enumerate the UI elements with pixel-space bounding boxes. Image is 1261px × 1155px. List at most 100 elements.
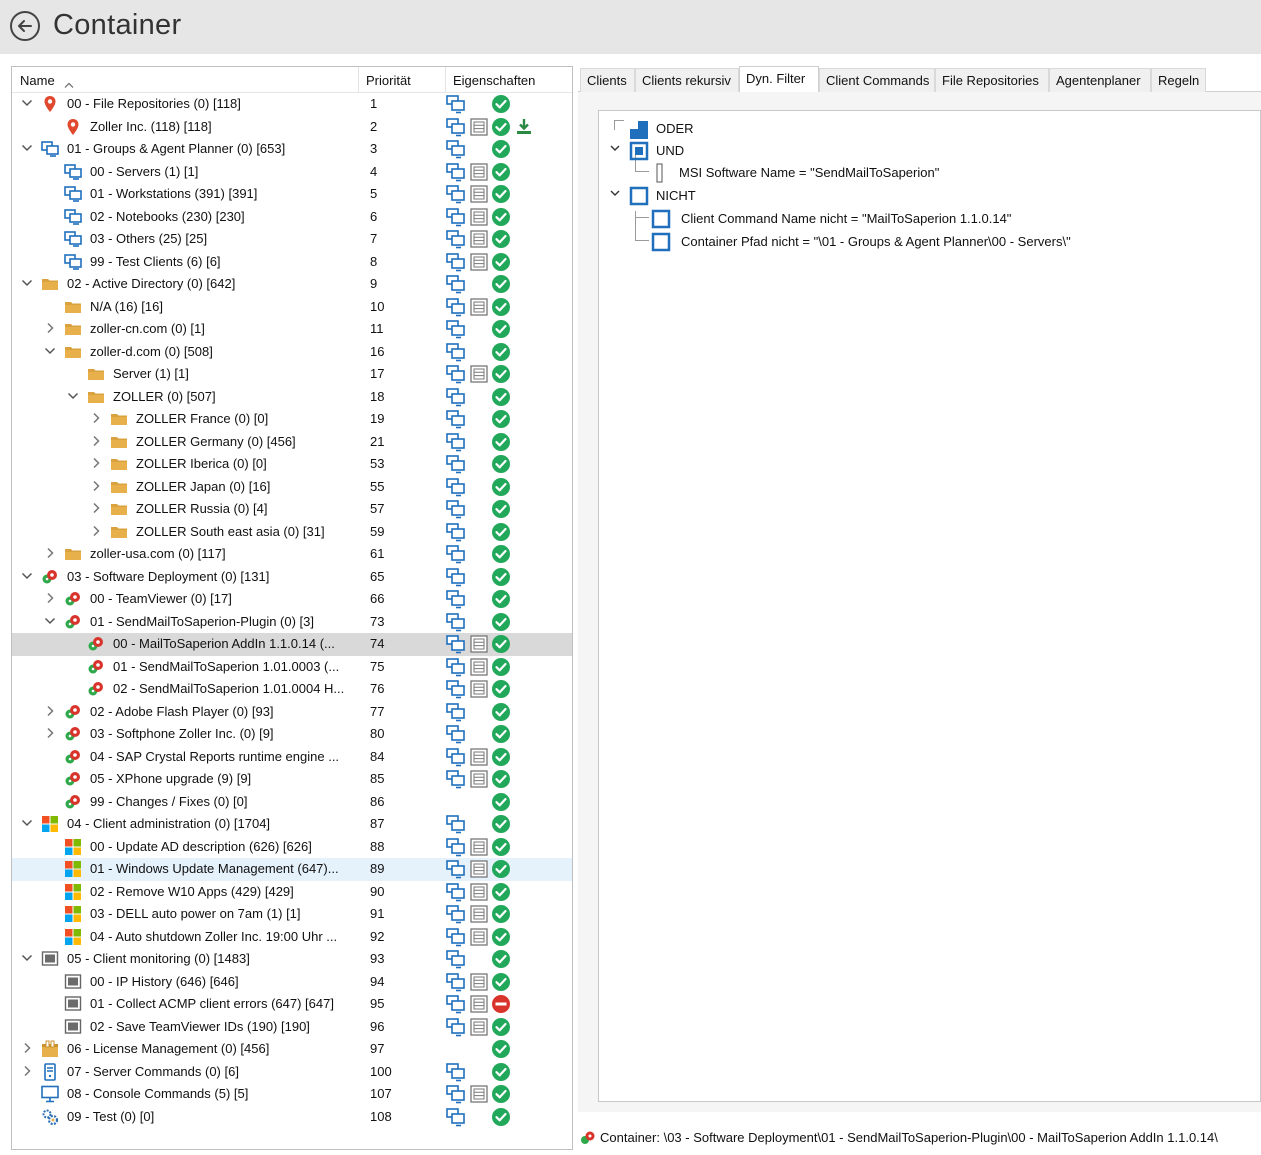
tree-row[interactable]: ZOLLER Iberica (0) [0] 53 [12,453,572,476]
column-header-name[interactable]: Name [20,73,55,91]
chevron-down-icon[interactable] [20,951,34,965]
chevron-right-icon[interactable] [89,501,103,515]
column-header-properties[interactable]: Eigenschaften [453,73,535,91]
tree-row[interactable]: ZOLLER (0) [507] 18 [12,386,572,409]
tree-row[interactable]: 00 - MailToSaperion AddIn 1.1.0.14 (... 7… [12,633,572,656]
chevron-right-icon[interactable] [89,524,103,538]
tree-row[interactable]: ZOLLER France (0) [0] 19 [12,408,572,431]
tab-regeln[interactable]: Regeln [1151,68,1206,92]
tree-row-priority: 95 [370,996,385,1011]
chevron-right-icon[interactable] [20,1041,34,1055]
tree-row[interactable]: 09 - Test (0) [0] 108 [12,1106,572,1129]
chevron-down-icon[interactable] [20,569,34,583]
tree-row-properties [446,612,546,632]
tree-row-properties [446,139,546,159]
tree-row[interactable]: 00 - Update AD description (626) [626] 88 [12,836,572,859]
tree-row[interactable]: zoller-d.com (0) [508] 16 [12,341,572,364]
tree-row[interactable]: 01 - Collect ACMP client errors (647) [6… [12,993,572,1016]
filter-tree[interactable]: ODER UND MSI Software Name = "SendMailTo… [598,110,1261,1102]
back-button[interactable] [10,11,40,41]
chevron-down-icon[interactable] [43,614,57,628]
tree-row[interactable]: 01 - Windows Update Management (647)... 8… [12,858,572,881]
software-package-icon [41,568,59,586]
tree-row[interactable]: 01 - Groups & Agent Planner (0) [653] 3 [12,138,572,161]
group-icon [64,185,82,203]
tree-row-priority: 5 [370,186,378,201]
chevron-right-icon[interactable] [43,321,57,335]
tab-dyn-filter[interactable]: Dyn. Filter [739,66,819,93]
tree-row[interactable]: 08 - Console Commands (5) [5] 107 [12,1083,572,1106]
chevron-right-icon[interactable] [43,704,57,718]
tree-row[interactable]: 05 - XPhone upgrade (9) [9] 85 [12,768,572,791]
tree-row[interactable]: 05 - Client monitoring (0) [1483] 93 [12,948,572,971]
chevron-down-icon[interactable] [20,141,34,155]
tree-row[interactable]: 02 - Notebooks (230) [230] 6 [12,206,572,229]
tree-row[interactable]: 01 - SendMailToSaperion-Plugin (0) [3] 73 [12,611,572,634]
chevron-right-icon[interactable] [89,456,103,470]
chevron-right-icon[interactable] [89,479,103,493]
chevron-down-icon[interactable] [20,816,34,830]
chevron-down-icon[interactable] [20,276,34,290]
tree-row[interactable]: 06 - License Management (0) [456] 97 [12,1038,572,1061]
tree-row[interactable]: ZOLLER Russia (0) [4] 57 [12,498,572,521]
tree-row[interactable]: Zoller Inc. (118) [118] 2 [12,116,572,139]
tree-row[interactable]: 04 - Client administration (0) [1704] 87 [12,813,572,836]
tree-row[interactable]: 00 - IP History (646) [646] 94 [12,971,572,994]
clients-icon [446,927,466,947]
clients-icon [446,477,466,497]
tree-row[interactable]: 01 - Workstations (391) [391] 5 [12,183,572,206]
tab-file-repositories[interactable]: File Repositories [935,68,1049,92]
tree-row[interactable]: Server (1) [1] 17 [12,363,572,386]
tree-row[interactable]: N/A (16) [16] 10 [12,296,572,319]
filter-condition-client-command[interactable]: Client Command Name nicht = "MailToSaper… [651,207,1071,229]
tree-row[interactable]: 99 - Changes / Fixes (0) [0] 86 [12,791,572,814]
tree-row[interactable]: 00 - File Repositories (0) [118] 1 [12,93,572,116]
chevron-right-icon[interactable] [43,591,57,605]
schedule-icon [469,994,489,1014]
tree-row[interactable]: 02 - Active Directory (0) [642] 9 [12,273,572,296]
chevron-right-icon[interactable] [43,546,57,560]
column-header-priority[interactable]: Priorität [366,73,411,91]
chevron-down-icon[interactable] [66,389,80,403]
filter-node-und[interactable]: UND [629,140,749,161]
chevron-right-icon[interactable] [43,726,57,740]
tree-row[interactable]: 02 - Remove W10 Apps (429) [429] 90 [12,881,572,904]
tree-row[interactable]: 04 - SAP Crystal Reports runtime engine … [12,746,572,769]
tree-row[interactable]: ZOLLER South east asia (0) [31] 59 [12,521,572,544]
chevron-down-icon[interactable] [43,344,57,358]
nicht-label: NICHT [656,188,696,203]
schedule-icon [469,162,489,182]
container-tree[interactable]: Name Priorität Eigenschaften 00 - File R… [11,66,573,1150]
tree-row[interactable]: 02 - Adobe Flash Player (0) [93] 77 [12,701,572,724]
tree-row[interactable]: 02 - SendMailToSaperion 1.01.0004 H... 76 [12,678,572,701]
chevron-down-icon[interactable] [609,143,621,153]
tree-row[interactable]: 99 - Test Clients (6) [6] 8 [12,251,572,274]
tree-row[interactable]: ZOLLER Germany (0) [456] 21 [12,431,572,454]
tree-row[interactable]: 02 - Save TeamViewer IDs (190) [190] 96 [12,1016,572,1039]
chevron-down-icon[interactable] [20,96,34,110]
tree-row[interactable]: zoller-usa.com (0) [117] 61 [12,543,572,566]
tree-row[interactable]: 07 - Server Commands (0) [6] 100 [12,1061,572,1084]
tree-row[interactable]: ZOLLER Japan (0) [16] 55 [12,476,572,499]
filter-condition-msi[interactable]: MSI Software Name = "SendMailToSaperion" [653,163,1013,183]
tree-row[interactable]: 01 - SendMailToSaperion 1.01.0003 (... 75 [12,656,572,679]
tree-row[interactable]: 03 - Softphone Zoller Inc. (0) [9] 80 [12,723,572,746]
chevron-right-icon[interactable] [89,411,103,425]
tree-row[interactable]: zoller-cn.com (0) [1] 11 [12,318,572,341]
filter-node-nicht[interactable]: NICHT [629,185,749,206]
chevron-right-icon[interactable] [89,434,103,448]
filter-node-oder[interactable]: ODER [629,119,749,139]
tab-client-commands[interactable]: Client Commands [819,68,935,92]
tree-row[interactable]: 00 - TeamViewer (0) [17] 66 [12,588,572,611]
tree-row[interactable]: 03 - Software Deployment (0) [131] 65 [12,566,572,589]
tree-row[interactable]: 04 - Auto shutdown Zoller Inc. 19:00 Uhr… [12,926,572,949]
tree-row[interactable]: 00 - Servers (1) [1] 4 [12,161,572,184]
tab-clients-rekursiv[interactable]: Clients rekursiv [635,68,739,92]
chevron-down-icon[interactable] [609,188,621,198]
tree-row[interactable]: 03 - Others (25) [25] 7 [12,228,572,251]
filter-condition-container-path[interactable]: Container Pfad nicht = "\01 - Groups & A… [651,230,1151,252]
tab-clients[interactable]: Clients [580,68,635,92]
tree-row[interactable]: 03 - DELL auto power on 7am (1) [1] 91 [12,903,572,926]
chevron-right-icon[interactable] [20,1064,34,1078]
tab-agentenplaner[interactable]: Agentenplaner [1049,68,1151,92]
